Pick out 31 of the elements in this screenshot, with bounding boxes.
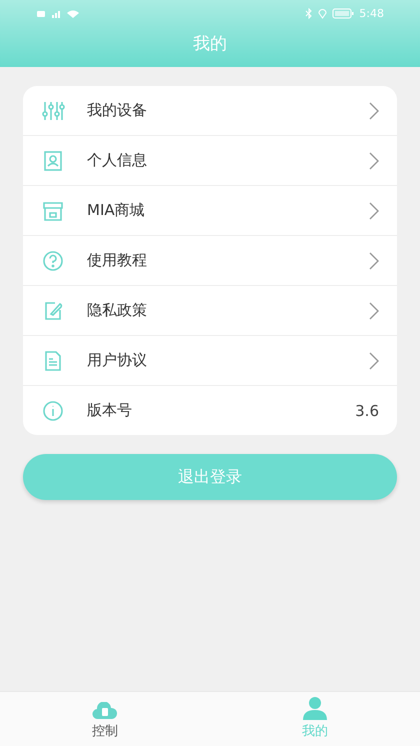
menu-label: 版本号: [87, 401, 133, 420]
page-title: 我的: [192, 33, 228, 55]
chevron-icon: [369, 302, 379, 320]
info-icon: [41, 398, 65, 422]
chevron-icon: [369, 202, 379, 220]
menu-label: MIA商城: [87, 201, 146, 220]
chevron-icon: [369, 252, 379, 270]
nav-tab[interactable]: 控制: [0, 692, 210, 746]
menu-item[interactable]: 我的设备: [23, 86, 397, 136]
menu-item[interactable]: 个人信息: [23, 136, 397, 186]
menu-item[interactable]: 隐私政策: [23, 286, 397, 336]
menu-item[interactable]: 使用教程: [23, 236, 397, 286]
version-value: 3.6: [355, 402, 379, 420]
chevron-icon: [369, 152, 379, 170]
menu-label: 个人信息: [87, 151, 148, 170]
help-icon: [41, 248, 65, 272]
chevron-icon: [369, 352, 379, 370]
menu-item[interactable]: 用户协议: [23, 336, 397, 386]
menu-label: 用户协议: [87, 351, 148, 370]
bluetooth-icon: [305, 8, 314, 18]
menu-label: 隐私政策: [87, 301, 148, 320]
menu-label: 使用教程: [87, 251, 148, 270]
id-card-icon: [41, 148, 65, 172]
menu-label: 我的设备: [87, 101, 148, 120]
battery-icon: [332, 8, 354, 18]
cloud-icon: [92, 702, 118, 720]
status-time: 5:48: [359, 6, 384, 20]
location-icon: [318, 8, 328, 18]
chevron-icon: [369, 102, 379, 120]
menu-item[interactable]: MIA商城: [23, 186, 397, 236]
user-icon: [302, 696, 328, 720]
